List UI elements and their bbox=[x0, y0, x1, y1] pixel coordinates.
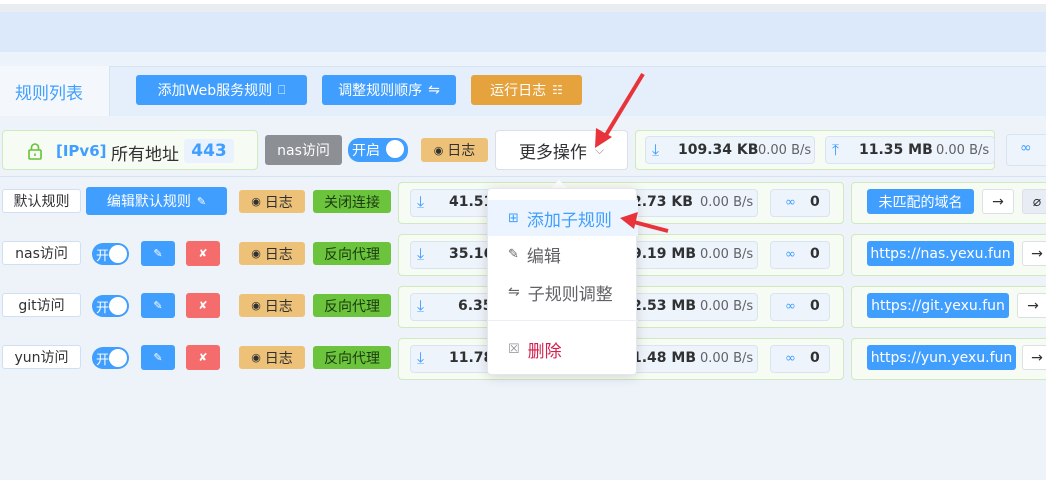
annotation-arrows bbox=[595, 72, 669, 233]
arrow-to-more-actions bbox=[601, 72, 645, 142]
arrow-to-add-subrule bbox=[629, 219, 669, 233]
arrowhead-add-subrule bbox=[620, 212, 638, 229]
